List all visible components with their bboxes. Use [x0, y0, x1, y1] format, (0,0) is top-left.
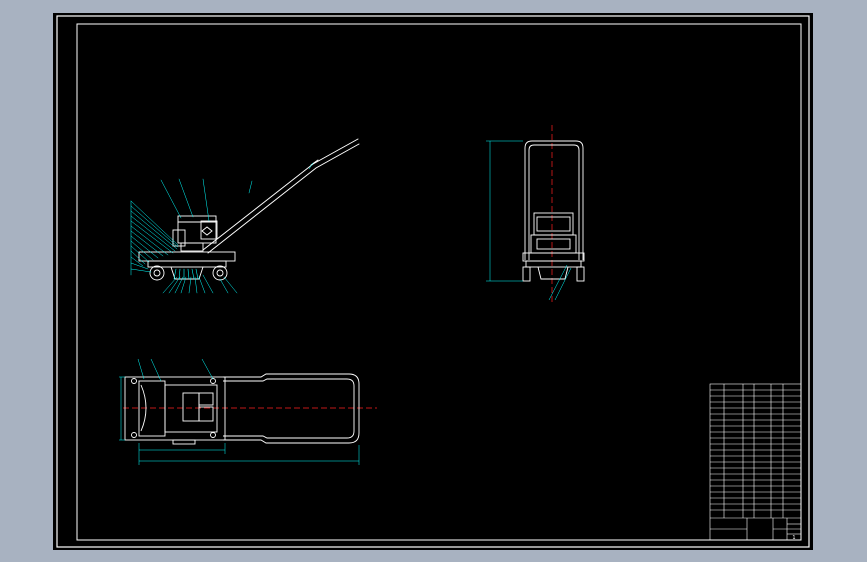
cad-viewer: 1	[0, 0, 867, 562]
drawing-sheet: 1	[56, 15, 810, 548]
front-dimension	[486, 140, 523, 282]
side-leaders-left	[130, 200, 179, 276]
sheet-number: 1	[792, 535, 795, 541]
front-view	[486, 125, 585, 305]
front-deck	[522, 252, 585, 282]
side-engine	[172, 215, 218, 252]
top-view	[119, 358, 377, 465]
drawing-canvas[interactable]: 1	[53, 13, 813, 550]
side-leaders-top	[160, 162, 314, 222]
side-handle	[202, 138, 360, 254]
parts-list-rows	[710, 389, 801, 519]
side-deck	[138, 251, 236, 280]
outer-border	[56, 15, 810, 548]
top-dimensions	[119, 376, 360, 465]
top-handle	[223, 373, 360, 444]
top-deck	[124, 376, 226, 445]
front-handle	[524, 140, 584, 260]
front-engine	[530, 212, 577, 254]
top-leaders	[137, 358, 214, 382]
inner-border	[76, 23, 802, 541]
side-view	[130, 138, 360, 294]
title-block	[709, 383, 802, 541]
